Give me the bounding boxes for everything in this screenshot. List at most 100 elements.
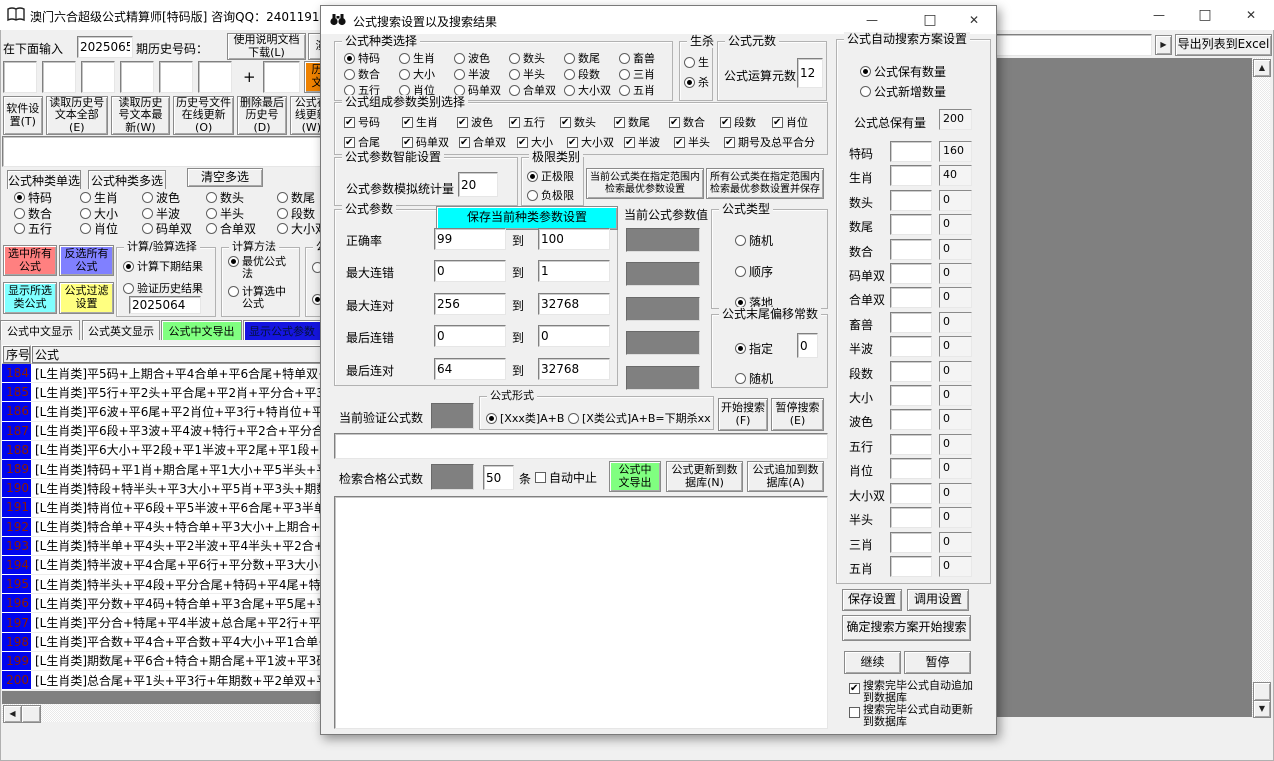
tab-formula-export-chinese[interactable]: 公式中文导出 [161,320,242,340]
dialog-kind-radio[interactable]: 数尾 [564,50,619,66]
main-kind-radio[interactable]: 半波 [142,206,206,222]
toolbar-button[interactable]: 软件设置(T) [3,96,43,135]
main-kind-radio[interactable]: 波色 [142,190,206,206]
main-kind-radio[interactable]: 数头 [206,190,277,206]
dialog-kind-radio[interactable]: 段数 [564,66,619,82]
number-box-5[interactable] [159,61,193,93]
main-kind-radio[interactable]: 肖位 [80,221,142,237]
form-kill-radio[interactable]: [X类公式]A+B=下期杀xx [568,410,711,426]
compose-param-checkbox[interactable]: 合尾 [344,134,402,150]
sheng-radio[interactable]: 生 [684,54,709,70]
compose-param-checkbox[interactable]: 大小 [517,134,567,150]
dialog-kind-radio[interactable]: 大小 [399,66,454,82]
offset-random-radio[interactable]: 随机 [735,370,773,387]
dialog-kind-radio[interactable]: 大小双 [564,82,619,98]
param-from-input[interactable] [434,228,506,250]
compose-param-checkbox[interactable]: 合单双 [459,134,517,150]
right-toolbar-next-button[interactable]: ▶ [1155,35,1172,55]
sha-radio[interactable]: 杀 [684,74,709,90]
compose-param-checkbox[interactable]: 数尾 [614,114,669,130]
main-kind-radio[interactable]: 码单双 [142,221,206,237]
scheme-row-input[interactable] [890,141,932,162]
dialog-kind-radio[interactable]: 数合 [344,66,399,82]
main-kind-radio[interactable]: 大小 [80,206,142,222]
calc-selected-radio[interactable]: 计算选中公式 [228,286,290,310]
main-kind-radio[interactable]: 数合 [14,206,80,222]
export-excel-button[interactable]: 导出列表到Excel [1175,34,1272,56]
load-settings-button[interactable]: 调用设置 [907,589,969,611]
dialog-kind-radio[interactable]: 畜兽 [619,50,673,66]
qualified-limit-input[interactable] [483,465,514,490]
verify-history-radio[interactable]: 验证历史结果 [123,280,203,296]
dialog-kind-radio[interactable]: 特码 [344,50,399,66]
number-box-6[interactable] [198,61,232,93]
scheme-row-input[interactable] [890,361,932,382]
scheme-row-input[interactable] [890,458,932,479]
dialog-kind-radio[interactable]: 三肖 [619,66,673,82]
compose-param-checkbox[interactable]: 段数 [720,114,772,130]
auto-append-checkbox[interactable]: 搜索完毕公式自动追加到数据库 [849,680,973,703]
scheme-row-input[interactable] [890,214,932,235]
append-db-button[interactable]: 公式追加到数据库(A) [747,461,824,492]
number-box-1[interactable] [3,61,37,93]
help-doc-button[interactable]: 使用说明文档下载(L) [227,33,306,60]
number-box-4[interactable] [120,61,154,93]
offset-value-input[interactable] [797,333,818,358]
search-optimal-all-button[interactable]: 所有公式类在指定范围内检索最优参数设置并保存 [706,168,824,199]
invert-all-formulas-button[interactable]: 反选所有公式 [59,245,114,276]
hscroll-left-button[interactable]: ◀ [3,705,22,723]
param-to-input[interactable] [538,260,610,282]
verify-period-input[interactable] [129,296,201,314]
scheme-row-input[interactable] [890,409,932,430]
show-selected-class-button[interactable]: 显示所选类公式 [3,282,57,314]
compose-param-checkbox[interactable]: 半波 [624,134,674,150]
main-close-button[interactable]: ✕ [1228,0,1274,30]
save-current-params-button[interactable]: 保存当前种类参数设置 [436,206,618,230]
tab-kind-single[interactable]: 公式种类单选 [7,170,81,189]
keep-quantity-radio[interactable]: 公式保有数量 [860,63,946,80]
param-to-input[interactable] [538,325,610,347]
right-vscrollbar[interactable]: ▲ ▼ [1252,58,1270,717]
dialog-kind-radio[interactable]: 合单双 [509,82,564,98]
vscroll-down-button[interactable]: ▼ [1253,700,1271,718]
dialog-kind-radio[interactable]: 半头 [509,66,564,82]
toolbar-button[interactable]: 历史号文件在线更新(O) [173,96,235,135]
tab-kind-multi[interactable]: 公式种类多选 [88,170,166,189]
dialog-kind-radio[interactable]: 半波 [454,66,509,82]
compose-param-checkbox[interactable]: 数头 [560,114,614,130]
compose-param-checkbox[interactable]: 大小双 [567,134,624,150]
toolbar-button[interactable]: 读取历史号文本全部(E) [46,96,109,135]
clear-multi-button[interactable]: 清空多选 [187,168,263,187]
scheme-row-input[interactable] [890,556,932,577]
compose-param-checkbox[interactable]: 生肖 [402,114,457,130]
search-optimal-current-button[interactable]: 当前公式类在指定范围内检索最优参数设置 [586,168,704,199]
vscroll-thumb[interactable] [1253,682,1271,701]
scheme-row-input[interactable] [890,165,932,186]
param-from-input[interactable] [434,325,506,347]
scheme-row-input[interactable] [890,263,932,284]
param-from-input[interactable] [434,260,506,282]
dialog-kind-radio[interactable]: 波色 [454,50,509,66]
calc-next-result-radio[interactable]: 计算下期结果 [123,258,203,274]
param-from-input[interactable] [434,358,506,380]
tab-formula-chinese[interactable]: 公式中文显示 [0,320,80,340]
dialog-close-button[interactable]: ✕ [952,6,996,34]
number-box-special[interactable] [263,61,300,93]
hscroll-thumb[interactable] [21,705,41,723]
scheme-row-input[interactable] [890,190,932,211]
scheme-row-input[interactable] [890,312,932,333]
optimal-formula-radio[interactable]: 最优公式法 [228,256,290,280]
main-kind-radio[interactable]: 特码 [14,190,80,206]
auto-update-checkbox[interactable]: 搜索完毕公式自动更新到数据库 [849,704,973,727]
formula-type-radio[interactable]: 随机 [735,232,773,249]
toolbar-button[interactable]: 读取历史号文本最新(W) [111,96,170,135]
toolbar-button[interactable]: 删除最后历史号(D) [237,96,286,135]
save-settings-button[interactable]: 保存设置 [842,589,902,611]
col-header-index[interactable]: 序号 [2,345,31,364]
continue-button[interactable]: 继续 [844,651,901,674]
dialog-kind-radio[interactable]: 数头 [509,50,564,66]
scheme-row-input[interactable] [890,532,932,553]
number-box-2[interactable] [42,61,76,93]
confirm-search-button[interactable]: 确定搜索方案开始搜索 [842,615,971,641]
select-all-formulas-button[interactable]: 选中所有公式 [3,245,57,276]
